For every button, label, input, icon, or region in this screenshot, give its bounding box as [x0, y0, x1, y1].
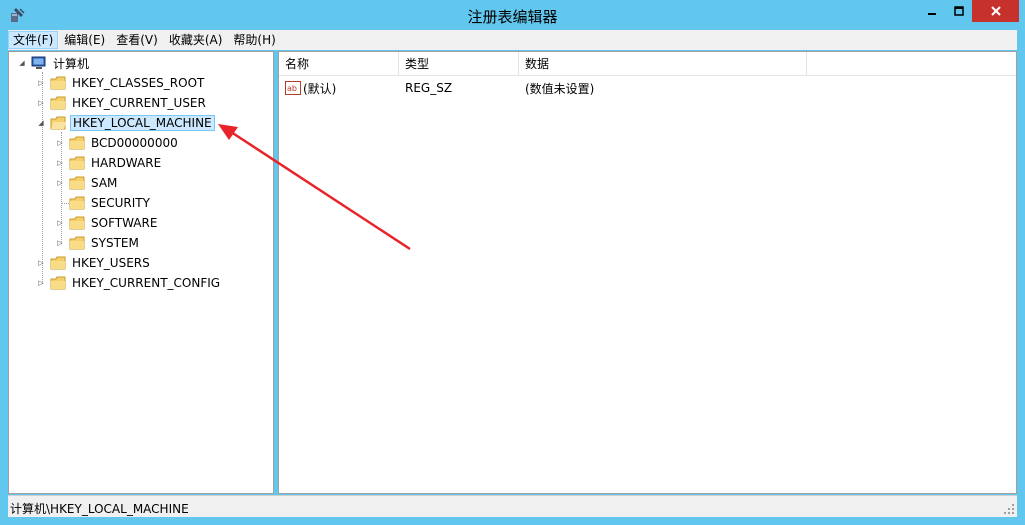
- folder-icon: [69, 136, 85, 150]
- tree-label: BCD00000000: [91, 136, 178, 150]
- column-header-name[interactable]: 名称: [279, 52, 399, 76]
- folder-icon: [69, 216, 85, 230]
- expand-arrow-icon[interactable]: ▷: [55, 218, 65, 228]
- close-icon: [990, 6, 1001, 16]
- registry-editor-window: 注册表编辑器 文件(F) 编辑(E) 查看(V) 收藏夹(A) 帮助(H) ◢: [0, 0, 1025, 525]
- tree-label: HKEY_USERS: [72, 256, 150, 270]
- expand-arrow-icon[interactable]: ▷: [36, 78, 46, 88]
- expand-arrow-icon[interactable]: ▷: [55, 238, 65, 248]
- tree-item-hkey-current-config[interactable]: ▷ HKEY_CURRENT_CONFIG: [36, 273, 222, 293]
- tree-label: HKEY_CLASSES_ROOT: [72, 76, 205, 90]
- list-header: 名称 类型 数据: [279, 52, 1016, 76]
- folder-icon: [50, 276, 66, 290]
- maximize-button[interactable]: [946, 0, 972, 22]
- value-type-cell: REG_SZ: [405, 81, 453, 95]
- tree-item-hkey-classes-root[interactable]: ▷ HKEY_CLASSES_ROOT: [36, 73, 206, 93]
- tree-item-hardware[interactable]: ▷ HARDWARE: [55, 153, 163, 173]
- open-folder-icon: [50, 116, 66, 130]
- menu-favorites[interactable]: 收藏夹(A): [164, 31, 228, 49]
- collapse-arrow-icon[interactable]: ◢: [36, 118, 46, 128]
- folder-icon: [50, 76, 66, 90]
- computer-icon: [31, 56, 46, 69]
- resize-grip-icon[interactable]: [1003, 503, 1015, 515]
- tree-label: HKEY_CURRENT_CONFIG: [72, 276, 221, 290]
- expand-arrow-icon[interactable]: ▷: [36, 278, 46, 288]
- close-button[interactable]: [972, 0, 1019, 22]
- folder-icon: [69, 236, 85, 250]
- table-row[interactable]: ab (默认) REG_SZ (数值未设置): [279, 78, 807, 98]
- tree-item-sam[interactable]: ▷ SAM: [55, 173, 119, 193]
- menu-file[interactable]: 文件(F): [8, 31, 59, 49]
- tree-item-computer[interactable]: ◢ 计算机: [17, 53, 91, 73]
- status-bar: 计算机\HKEY_LOCAL_MACHINE: [8, 495, 1017, 517]
- folder-icon: [50, 256, 66, 270]
- menu-help[interactable]: 帮助(H): [228, 31, 280, 49]
- column-header-data[interactable]: 数据: [519, 52, 807, 76]
- minimize-button[interactable]: [918, 0, 946, 22]
- svg-text:ab: ab: [287, 84, 297, 93]
- maximize-icon: [954, 6, 964, 16]
- expand-arrow-icon[interactable]: ▷: [36, 98, 46, 108]
- folder-icon: [50, 96, 66, 110]
- status-path: 计算机\HKEY_LOCAL_MACHINE: [10, 502, 189, 516]
- expand-arrow-icon[interactable]: ▷: [55, 138, 65, 148]
- tree-label: SECURITY: [91, 196, 150, 210]
- tree-label: SOFTWARE: [91, 216, 158, 230]
- string-value-icon: ab: [285, 81, 301, 95]
- menu-bar: 文件(F) 编辑(E) 查看(V) 收藏夹(A) 帮助(H): [8, 30, 1017, 50]
- tree-label: 计算机: [53, 56, 90, 71]
- folder-icon: [69, 156, 85, 170]
- tree-label-selected: HKEY_LOCAL_MACHINE: [70, 115, 215, 131]
- key-tree-pane[interactable]: ◢ 计算机 ▷ HKEY_CLASSES_ROOT ▷ HKEY_CURRENT…: [8, 51, 274, 494]
- tree-label: SYSTEM: [91, 236, 139, 250]
- title-bar[interactable]: 注册表编辑器: [0, 0, 1025, 30]
- tree-item-bcd00000000[interactable]: ▷ BCD00000000: [55, 133, 180, 153]
- value-data-cell: (数值未设置): [525, 81, 595, 96]
- window-title: 注册表编辑器: [467, 8, 558, 26]
- tree-label: HKEY_CURRENT_USER: [72, 96, 206, 110]
- value-name: (默认): [303, 81, 337, 96]
- expand-arrow-icon[interactable]: ▷: [55, 178, 65, 188]
- column-header-type[interactable]: 类型: [399, 52, 519, 76]
- tree-label: HARDWARE: [91, 156, 162, 170]
- expand-arrow-icon[interactable]: ▷: [36, 258, 46, 268]
- tree-item-software[interactable]: ▷ SOFTWARE: [55, 213, 159, 233]
- value-name-cell: ab (默认): [279, 80, 399, 97]
- menu-edit[interactable]: 编辑(E): [59, 31, 110, 49]
- tree-item-system[interactable]: ▷ SYSTEM: [55, 233, 141, 253]
- expand-arrow-icon[interactable]: ▷: [55, 158, 65, 168]
- tree-item-hkey-local-machine[interactable]: ◢ HKEY_LOCAL_MACHINE: [36, 113, 215, 133]
- menu-view[interactable]: 查看(V): [111, 31, 163, 49]
- folder-icon: [69, 196, 85, 210]
- tree-item-hkey-current-user[interactable]: ▷ HKEY_CURRENT_USER: [36, 93, 208, 113]
- minimize-icon: [928, 13, 936, 15]
- value-list-pane[interactable]: 名称 类型 数据 ab (默认) REG_SZ (数值未设置): [278, 51, 1017, 494]
- collapse-arrow-icon[interactable]: ◢: [17, 58, 27, 68]
- tree-item-security[interactable]: SECURITY: [55, 193, 152, 213]
- folder-icon: [69, 176, 85, 190]
- tree-label: SAM: [91, 176, 118, 190]
- tree-item-hkey-users[interactable]: ▷ HKEY_USERS: [36, 253, 152, 273]
